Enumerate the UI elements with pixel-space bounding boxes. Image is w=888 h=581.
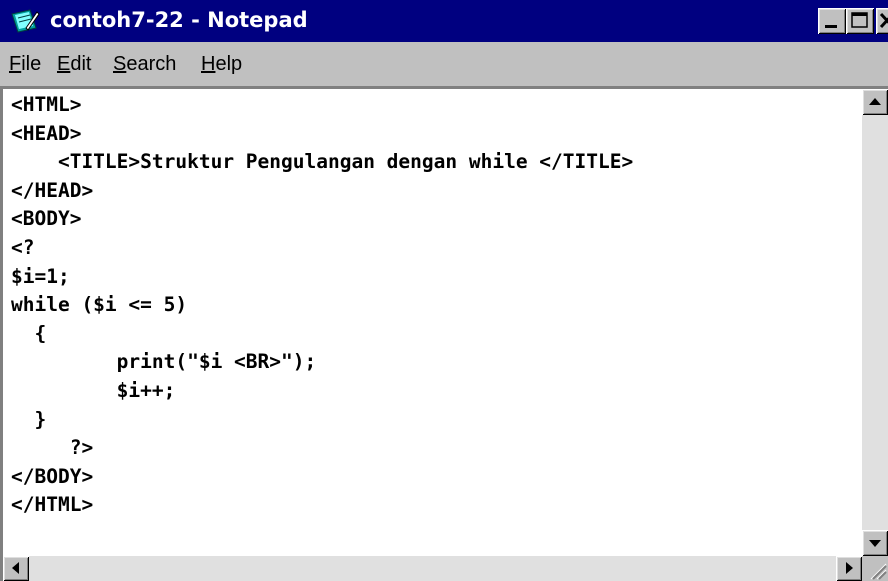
window-title: contoh7-22 - Notepad: [50, 8, 308, 32]
arrow-up-icon: [869, 98, 881, 105]
scroll-up-button[interactable]: [862, 89, 888, 115]
resize-grip-icon: [870, 563, 887, 580]
menu-search[interactable]: Search: [113, 51, 176, 77]
minimize-button[interactable]: [818, 8, 846, 34]
notepad-window: contoh7-22 - Notepad File Edit Search He…: [0, 0, 888, 581]
maximize-icon: [851, 12, 868, 28]
close-button[interactable]: [876, 8, 888, 34]
scroll-right-button[interactable]: [836, 556, 862, 581]
menu-search-label: earch: [126, 53, 177, 75]
arrow-left-icon: [12, 562, 19, 574]
menu-help-label: elp: [215, 53, 243, 75]
close-icon: [879, 12, 888, 29]
scroll-left-button[interactable]: [3, 556, 29, 581]
vertical-scrollbar[interactable]: [862, 89, 888, 556]
notepad-icon: [11, 9, 40, 33]
menu-file-mnemonic: F: [9, 53, 22, 75]
menu-edit-label: dit: [70, 53, 92, 75]
minimize-icon: [825, 25, 837, 28]
size-grip[interactable]: [862, 556, 888, 581]
menu-bar: File Edit Search Help: [0, 42, 888, 86]
menu-search-mnemonic: S: [113, 53, 127, 75]
menu-file-label: ile: [21, 53, 42, 75]
arrow-right-icon: [846, 562, 853, 574]
arrow-down-icon: [869, 540, 881, 547]
menu-help-mnemonic: H: [201, 53, 216, 75]
menu-edit[interactable]: Edit: [57, 51, 91, 77]
menu-help[interactable]: Help: [201, 51, 242, 77]
menu-edit-mnemonic: E: [57, 53, 71, 75]
horizontal-scrollbar[interactable]: [3, 556, 862, 581]
text-editor-area[interactable]: <HTML> <HEAD> <TITLE>Struktur Pengulanga…: [0, 86, 888, 581]
menu-file[interactable]: File: [9, 51, 41, 77]
scroll-down-button[interactable]: [862, 530, 888, 556]
editor-text[interactable]: <HTML> <HEAD> <TITLE>Struktur Pengulanga…: [11, 91, 633, 520]
maximize-button[interactable]: [846, 8, 874, 34]
title-bar[interactable]: contoh7-22 - Notepad: [0, 0, 888, 42]
